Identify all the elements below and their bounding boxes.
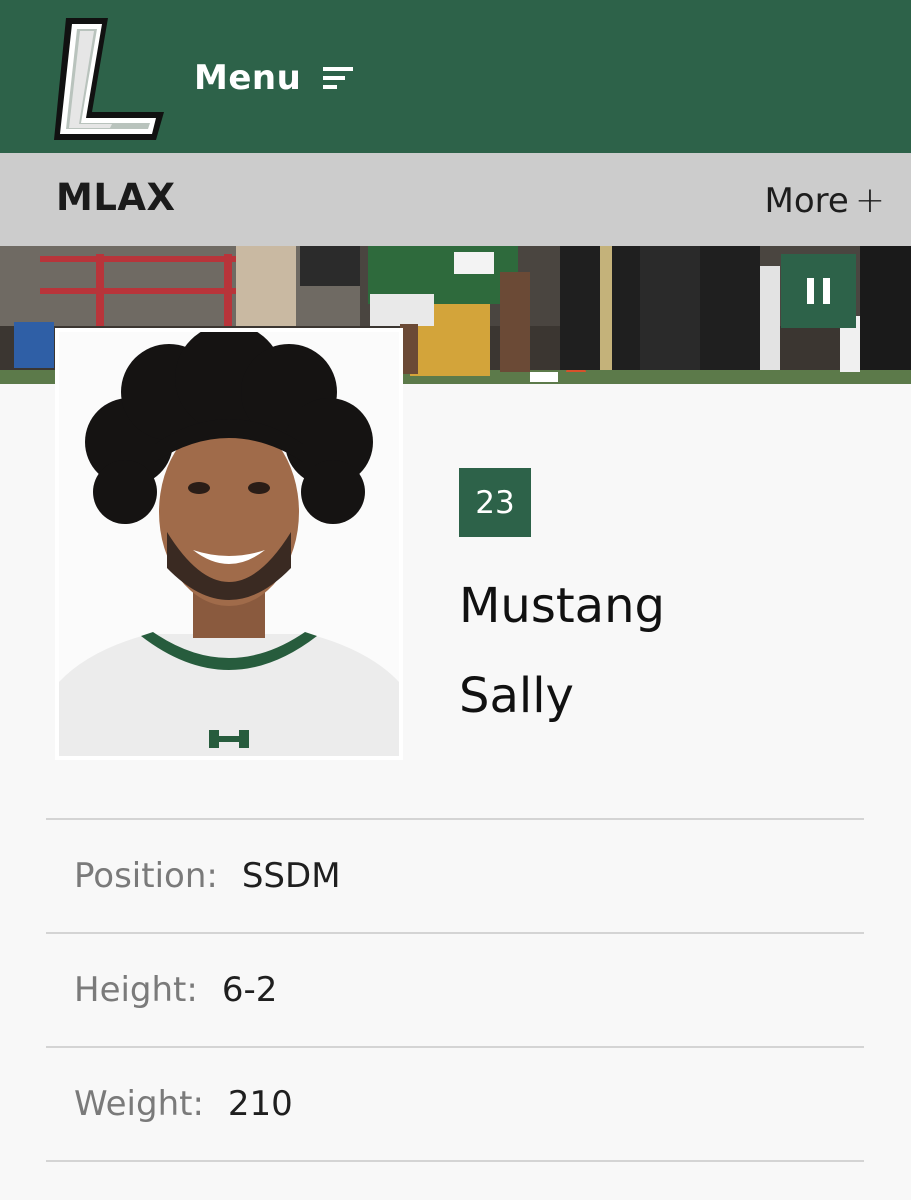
more-button[interactable]: More + [765,180,885,221]
height-value: 6-2 [221,970,278,1010]
position-label: Position: [74,856,218,896]
weight-label: Weight: [74,1084,204,1124]
weight-row: Weight: 210 [46,1046,864,1160]
position-value: SSDM [241,856,341,896]
more-label: More [764,180,849,221]
player-last-name: Sally [459,668,574,724]
player-first-name: Mustang [459,578,665,634]
sport-title: MLAX [56,176,176,219]
menu-button[interactable]: Menu [194,52,354,104]
height-row: Height: 6-2 [46,932,864,1046]
menu-label: Menu [194,58,302,98]
jersey-number-badge: 23 [459,468,531,537]
divider [46,1160,864,1162]
pause-icon-bar [823,278,830,304]
player-headshot [55,328,403,760]
position-row: Position: SSDM [46,818,864,932]
height-label: Height: [74,970,198,1010]
player-photo [59,332,399,756]
pause-button[interactable] [781,254,856,328]
weight-value: 210 [227,1084,293,1124]
letter-l-logo-icon[interactable] [52,16,170,142]
plus-icon: + [854,180,885,221]
hamburger-menu-icon [323,67,354,89]
pause-icon [807,278,814,304]
